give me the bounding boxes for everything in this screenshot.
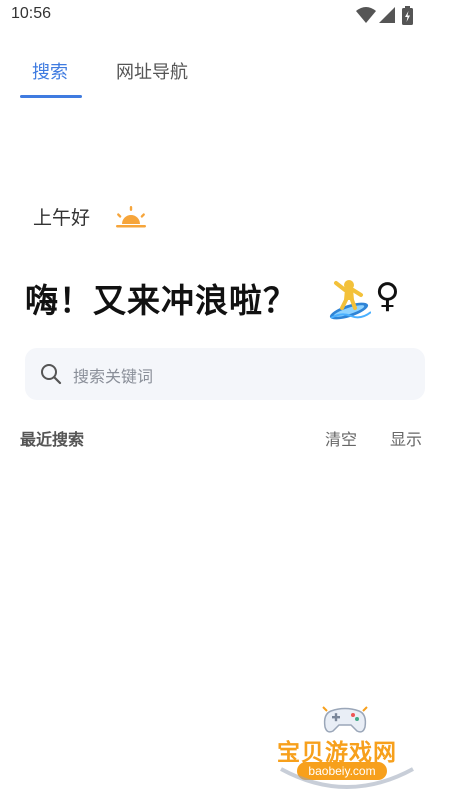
status-bar: 10:56 <box>0 0 450 32</box>
search-input[interactable]: 搜索关键词 <box>25 348 425 400</box>
watermark-swoosh <box>280 767 414 789</box>
active-tab-indicator <box>20 95 82 98</box>
wifi-icon <box>356 7 376 23</box>
female-sign-icon: ♀ <box>375 276 400 316</box>
clear-button[interactable]: 清空 <box>325 426 357 450</box>
headline-text: 嗨！又来冲浪啦？ <box>25 281 297 320</box>
status-time: 10:56 <box>11 5 52 22</box>
recent-search-header: 最近搜索 清空 显示 <box>0 424 450 450</box>
surfer-icon <box>329 280 371 320</box>
battery-icon <box>402 6 413 25</box>
tab-search[interactable]: 搜索 <box>32 58 68 84</box>
show-button[interactable]: 显示 <box>390 426 422 450</box>
signal-icon <box>379 7 395 23</box>
search-placeholder: 搜索关键词 <box>73 367 154 386</box>
search-icon <box>41 364 62 385</box>
watermark-logo: 宝贝游戏网 baobeiy.com <box>273 703 421 795</box>
gamepad-icon <box>322 706 368 733</box>
sunrise-icon <box>116 206 146 228</box>
tab-url-navigation[interactable]: 网址导航 <box>116 58 188 84</box>
recent-search-title: 最近搜索 <box>20 430 85 449</box>
greeting-text: 上午好 <box>33 207 91 229</box>
